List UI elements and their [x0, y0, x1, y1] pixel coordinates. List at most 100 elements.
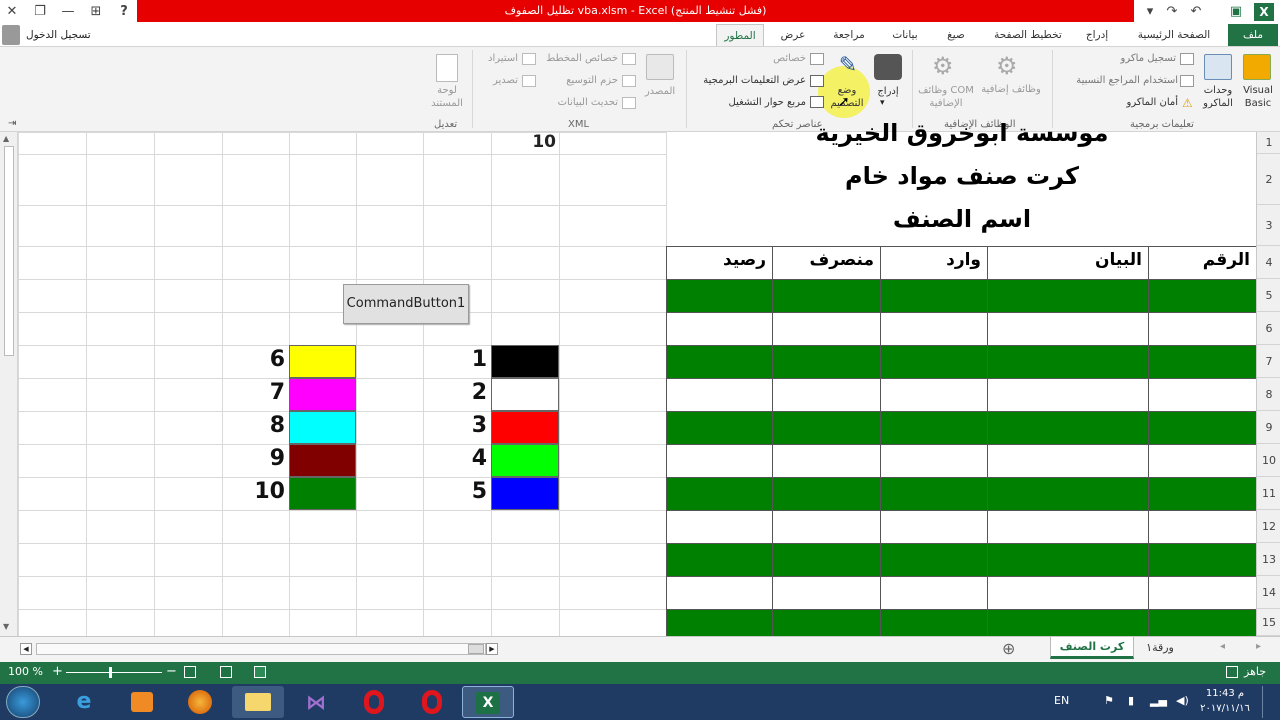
table-cell[interactable]: [987, 477, 1149, 511]
help-icon[interactable]: ?: [114, 2, 134, 22]
tab-scroll-right-icon[interactable]: ▸: [1256, 641, 1261, 652]
table-cell[interactable]: [987, 279, 1149, 313]
table-cell[interactable]: [987, 576, 1149, 610]
cell-value[interactable]: 10: [494, 132, 556, 152]
table-cell[interactable]: [666, 312, 773, 346]
row-number[interactable]: 10: [1257, 444, 1280, 477]
com-addins-button[interactable]: وظائف COM الإضافية: [916, 84, 976, 110]
opera-icon-1[interactable]: [348, 686, 400, 718]
table-cell[interactable]: [1148, 543, 1257, 577]
signin-link[interactable]: تسجيل الدخول: [26, 24, 91, 46]
color-swatch[interactable]: [289, 411, 356, 444]
color-swatch[interactable]: [491, 444, 559, 477]
horizontal-scroll-thumb[interactable]: [468, 644, 484, 654]
color-swatch[interactable]: [491, 477, 559, 510]
table-cell[interactable]: [987, 345, 1149, 379]
table-cell[interactable]: [880, 444, 988, 478]
color-swatch[interactable]: [289, 378, 356, 411]
table-cell[interactable]: [880, 345, 988, 379]
table-cell[interactable]: [987, 543, 1149, 577]
color-swatch[interactable]: [491, 345, 559, 378]
table-cell[interactable]: [880, 609, 988, 636]
flag-icon[interactable]: ⚑: [1104, 694, 1114, 707]
scroll-left-icon[interactable]: ◀: [20, 643, 32, 655]
clock-time[interactable]: 11:43 م: [1198, 688, 1252, 699]
row-number[interactable]: 1: [1257, 132, 1280, 154]
run-dialog-button[interactable]: مربع حوار التشغيل: [712, 97, 806, 108]
table-cell[interactable]: [772, 477, 881, 511]
row-number[interactable]: 14: [1257, 576, 1280, 609]
close-icon[interactable]: ✕: [2, 2, 22, 22]
row-number[interactable]: 15: [1257, 609, 1280, 636]
table-cell[interactable]: [666, 510, 773, 544]
table-cell[interactable]: [666, 477, 773, 511]
redo-icon[interactable]: ↷: [1162, 2, 1182, 22]
tab-insert[interactable]: إدراج: [1074, 24, 1120, 46]
undo-icon[interactable]: ↶: [1186, 2, 1206, 22]
table-cell[interactable]: [772, 378, 881, 412]
vertical-scrollbar[interactable]: ▲ ▼: [0, 132, 18, 636]
quick-access-dropdown-icon[interactable]: ▾: [1140, 2, 1160, 22]
tab-home[interactable]: الصفحة الرئيسية: [1124, 24, 1224, 46]
row-number[interactable]: 8: [1257, 378, 1280, 411]
import-button[interactable]: استيراد: [478, 53, 518, 64]
document-panel-button[interactable]: لوحة المستند: [424, 84, 470, 110]
table-cell[interactable]: [666, 378, 773, 412]
table-cell[interactable]: [666, 345, 773, 379]
tab-scroll-left-icon[interactable]: ◂: [1220, 641, 1225, 652]
normal-view-icon[interactable]: [254, 666, 266, 678]
insert-control-button[interactable]: إدراج: [866, 86, 910, 97]
clock-date[interactable]: ٢٠١٧/١١/١٦: [1198, 703, 1252, 714]
row-number[interactable]: 2: [1257, 154, 1280, 205]
table-cell[interactable]: [880, 510, 988, 544]
tab-review[interactable]: مراجعة: [824, 24, 874, 46]
expansion-packs-button[interactable]: حزم التوسيع: [540, 75, 618, 86]
tab-formulas[interactable]: صيغ: [936, 24, 976, 46]
color-swatch[interactable]: [289, 444, 356, 477]
table-cell[interactable]: [880, 576, 988, 610]
row-number[interactable]: 4: [1257, 246, 1280, 279]
table-cell[interactable]: [772, 576, 881, 610]
table-cell[interactable]: [1148, 411, 1257, 445]
horizontal-scrollbar[interactable]: [36, 643, 486, 655]
media-player-icon[interactable]: [116, 686, 168, 718]
sheet-tab-active[interactable]: كرت الصنف: [1050, 637, 1134, 659]
zoom-slider-thumb[interactable]: [109, 667, 112, 678]
zoom-level[interactable]: 100 %: [8, 665, 43, 678]
network-icon[interactable]: ▂▄: [1150, 694, 1167, 707]
color-swatch[interactable]: [289, 477, 356, 510]
macro-record-status-icon[interactable]: [1226, 666, 1238, 678]
table-cell[interactable]: [1148, 378, 1257, 412]
table-cell[interactable]: [772, 345, 881, 379]
macros-button[interactable]: وحدات الماكرو: [1198, 84, 1238, 110]
macro-security-button[interactable]: أمان الماكرو: [1110, 97, 1178, 108]
table-cell[interactable]: [987, 312, 1149, 346]
table-cell[interactable]: [666, 279, 773, 313]
table-cell[interactable]: [772, 279, 881, 313]
row-number[interactable]: 12: [1257, 510, 1280, 543]
table-cell[interactable]: [1148, 279, 1257, 313]
table-cell[interactable]: [987, 411, 1149, 445]
visual-basic-button[interactable]: Visual Basic: [1240, 84, 1276, 110]
color-swatch[interactable]: [491, 378, 559, 411]
battery-icon[interactable]: ▮: [1128, 694, 1134, 707]
tab-page-layout[interactable]: تخطيط الصفحة: [986, 24, 1070, 46]
table-cell[interactable]: [880, 543, 988, 577]
opera-icon-2[interactable]: [406, 686, 458, 718]
tab-file[interactable]: ملف: [1228, 24, 1278, 46]
table-cell[interactable]: [880, 312, 988, 346]
row-number[interactable]: 11: [1257, 477, 1280, 510]
restore-icon[interactable]: ❐: [30, 2, 50, 22]
table-cell[interactable]: [772, 444, 881, 478]
scroll-right-icon[interactable]: ▶: [486, 643, 498, 655]
export-button[interactable]: تصدير: [478, 75, 518, 86]
firefox-icon[interactable]: [174, 686, 226, 718]
scroll-thumb[interactable]: [4, 146, 14, 356]
properties-button[interactable]: خصائص: [740, 53, 806, 64]
relative-refs-button[interactable]: استخدام المراجع النسبية: [1058, 75, 1178, 86]
zoom-out-icon[interactable]: −: [166, 664, 177, 679]
color-swatch[interactable]: [289, 345, 356, 378]
refresh-data-button[interactable]: تحديث البيانات: [540, 97, 618, 108]
table-cell[interactable]: [987, 609, 1149, 636]
tab-developer[interactable]: المطور: [716, 24, 764, 46]
